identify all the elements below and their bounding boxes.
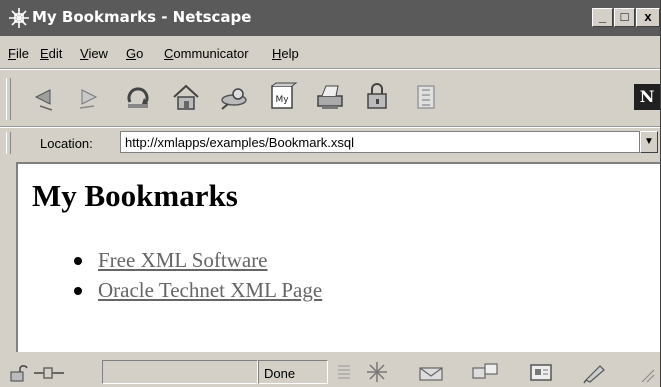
window-title: My Bookmarks - Netscape: [32, 8, 252, 26]
navigation-toolbar: My N: [0, 72, 660, 124]
page-heading: My Bookmarks: [32, 178, 238, 213]
menu-edit-mnemonic: E: [40, 46, 49, 61]
forward-icon[interactable]: [70, 80, 110, 114]
address-book-icon[interactable]: [526, 360, 556, 384]
my-netscape-label: My: [275, 95, 289, 105]
list-item: Oracle Technet XML Page: [62, 278, 322, 308]
menu-edit-label: dit: [48, 46, 63, 61]
composer-icon[interactable]: [580, 360, 610, 384]
menu-file[interactable]: File: [8, 46, 29, 61]
menu-go-label: o: [136, 46, 144, 61]
close-button[interactable]: x: [636, 8, 660, 27]
component-bar-grip-icon[interactable]: [334, 362, 354, 382]
menu-help-mnemonic: H: [272, 46, 282, 61]
stop-icon[interactable]: [406, 80, 446, 114]
location-dropdown-button[interactable]: ▼: [640, 131, 658, 153]
menu-separator: [0, 68, 660, 70]
status-text: Done: [264, 366, 296, 381]
location-input[interactable]: [120, 131, 640, 153]
newsgroups-icon[interactable]: [470, 360, 500, 384]
back-icon[interactable]: [22, 80, 62, 114]
menu-go[interactable]: Go: [126, 46, 143, 61]
netscape-logo[interactable]: N: [634, 84, 660, 110]
reload-icon[interactable]: [118, 80, 158, 114]
bullet-icon: [74, 257, 82, 265]
my-netscape-icon[interactable]: My: [262, 80, 302, 114]
menu-view[interactable]: View: [80, 46, 108, 61]
print-icon[interactable]: [310, 80, 350, 114]
bookmark-link-free-xml-software[interactable]: Free XML Software: [98, 248, 268, 272]
mail-icon[interactable]: [416, 360, 446, 384]
browser-window: My Bookmarks - Netscape _ □ x File Edit …: [0, 0, 661, 387]
search-icon[interactable]: [214, 80, 254, 114]
menu-communicator-label: ommunicator: [173, 46, 249, 61]
menu-go-mnemonic: G: [126, 46, 137, 61]
toolbar-grip[interactable]: [6, 78, 11, 120]
location-label: Location:: [40, 136, 93, 151]
title-bar[interactable]: My Bookmarks - Netscape _ □ x: [0, 0, 660, 36]
menu-edit[interactable]: Edit: [40, 46, 62, 61]
chevron-down-icon: ▼: [644, 136, 654, 147]
progress-bar: [102, 360, 258, 384]
status-bar: Done: [0, 356, 660, 387]
menu-communicator[interactable]: Communicator: [164, 46, 249, 61]
menu-file-mnemonic: F: [8, 46, 16, 61]
lock-icon[interactable]: [8, 364, 28, 382]
menu-help[interactable]: Help: [272, 46, 299, 61]
navigator-icon[interactable]: [362, 360, 392, 384]
home-icon[interactable]: [166, 80, 206, 114]
menu-bar: File Edit View Go Communicator Help: [0, 40, 660, 66]
resize-grip-icon[interactable]: [640, 366, 656, 384]
menu-file-label: ile: [15, 46, 29, 61]
page-content[interactable]: My Bookmarks Free XML Software Oracle Te…: [16, 162, 660, 352]
location-grip[interactable]: [6, 132, 11, 154]
menu-communicator-mnemonic: C: [164, 46, 174, 61]
connection-status-icon: [34, 367, 64, 379]
security-icon[interactable]: [358, 80, 398, 114]
list-item: Free XML Software: [62, 248, 322, 278]
bullet-icon: [74, 287, 82, 295]
location-bar: Location: ▼: [0, 128, 660, 158]
bookmark-link-oracle-technet-xml[interactable]: Oracle Technet XML Page: [98, 278, 322, 302]
maximize-button[interactable]: □: [614, 8, 635, 27]
minimize-button[interactable]: _: [592, 8, 613, 27]
menu-help-label: elp: [281, 46, 299, 61]
netscape-app-icon[interactable]: [8, 7, 30, 29]
bookmark-list: Free XML Software Oracle Technet XML Pag…: [62, 248, 322, 308]
menu-view-label: iew: [88, 46, 108, 61]
